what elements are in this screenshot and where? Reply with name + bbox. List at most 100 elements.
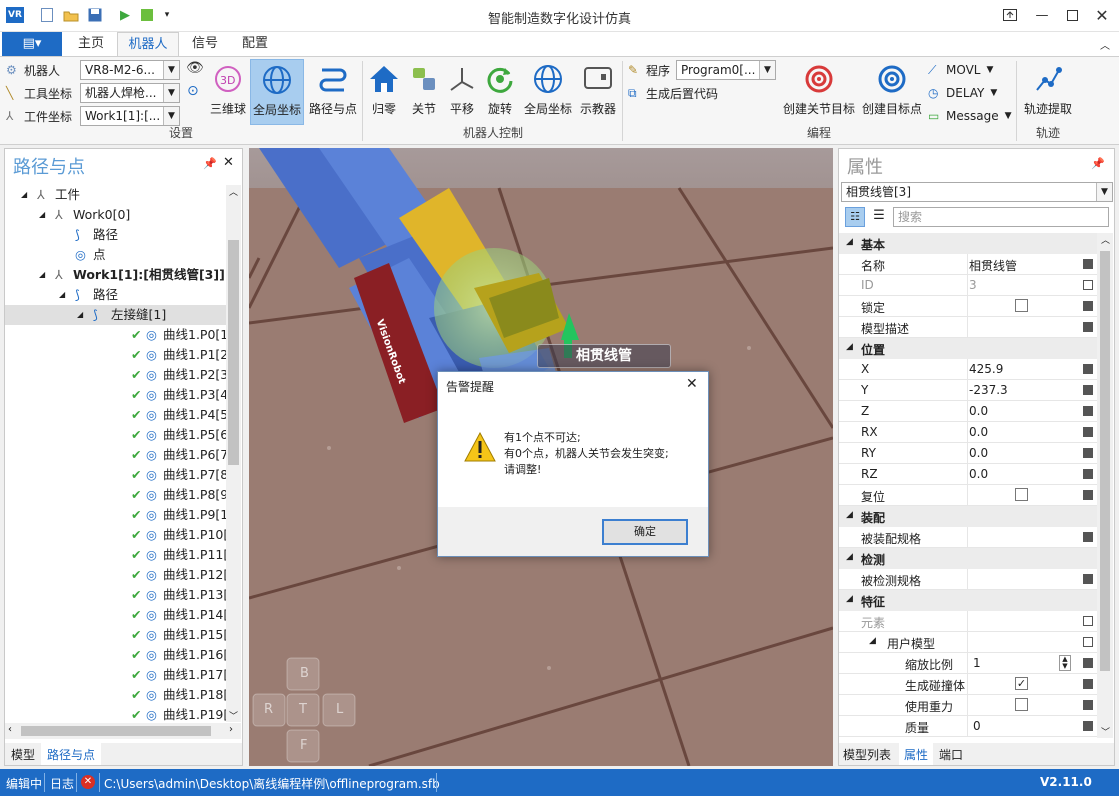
tab-path-points[interactable]: 路径与点 [41,743,102,765]
prop-description[interactable]: 模型描述 [839,317,1097,338]
movl-button[interactable]: ⟋ MOVL ▼ [928,60,993,80]
category-detection[interactable]: ◢ 检测 [839,548,1097,569]
prop-scrollbar[interactable]: ︿ ﹀ [1097,233,1113,738]
tree-node[interactable]: ✔ ◎ 曲线1.P5[6] [5,425,226,445]
collapse-ribbon-icon[interactable]: ︿ [1100,37,1110,52]
tab-robot[interactable]: 机器人 [117,32,179,56]
restore-ribbon-icon[interactable] [994,0,1026,30]
close-icon[interactable]: ✕ [223,155,234,170]
file-menu-tab[interactable]: ▤▾ [2,32,62,56]
prop-user-model[interactable]: ◢ 用户模型 [839,632,1097,653]
trajectory-extract-button[interactable]: 轨迹提取 [1020,59,1076,125]
tab-properties[interactable]: 属性 [899,743,934,765]
expand-icon[interactable]: ◢ [39,205,45,225]
tree-node[interactable]: ✔ ◎ 曲线1.P15[1 [5,625,226,645]
close-button[interactable]: ✕ [1086,0,1118,30]
tab-home[interactable]: 主页 [70,32,112,56]
gen-code-button[interactable]: ⧉ 生成后置代码 [628,83,718,103]
minimize-button[interactable]: — [1026,0,1058,30]
tree-node[interactable]: ◢ ⟆ 左接缝[1] [5,305,226,325]
ok-button[interactable]: 确定 [602,519,688,545]
prop-detection-spec[interactable]: 被检测规格 [839,569,1097,590]
tree-node[interactable]: ◎ 点 [5,245,226,265]
tree-node[interactable]: ✔ ◎ 曲线1.P11[1 [5,545,226,565]
tab-port[interactable]: 端口 [939,746,963,763]
scroll-down-icon[interactable]: ﹀ [1101,725,1110,738]
maximize-button[interactable] [1056,0,1088,30]
tree-node[interactable]: ✔ ◎ 曲线1.P4[5] [5,405,226,425]
message-button[interactable]: ▭ Message ▼ [928,106,1012,126]
tree-node[interactable]: ✔ ◎ 曲线1.P9[10 [5,505,226,525]
reset-checkbox[interactable] [1015,488,1028,501]
tree-node[interactable]: ✔ ◎ 曲线1.P16[1 [5,645,226,665]
rotate-button[interactable]: 旋转 [480,59,520,125]
view-cube-bottom[interactable]: F [300,738,307,753]
object-select[interactable]: 相贯线管[3] ▼ [841,182,1113,202]
tab-config[interactable]: 配置 [234,32,276,56]
tree-node[interactable]: ✔ ◎ 曲线1.P3[4] [5,385,226,405]
scroll-right-icon[interactable]: › [229,724,233,735]
category-feature[interactable]: ◢ 特征 [839,590,1097,611]
h-scroll-thumb[interactable] [21,726,211,736]
tree-node[interactable]: ✔ ◎ 曲线1.P6[7] [5,445,226,465]
prop-rz[interactable]: RZ 0.0 [839,464,1097,485]
tab-model-list[interactable]: 模型列表 [843,746,891,763]
expand-icon[interactable]: ◢ [21,185,27,205]
error-icon[interactable]: ✕ [81,775,95,789]
global-coord-button[interactable]: 全局坐标 [250,59,304,125]
tree-node[interactable]: ✔ ◎ 曲线1.P17[1 [5,665,226,685]
dialog-close-icon[interactable]: ✕ [686,376,698,392]
tree-node[interactable]: ⟆ 路径 [5,225,226,245]
translate-button[interactable]: 平移 [444,59,480,125]
create-target-button[interactable]: 创建目标点 [858,59,926,125]
tree-node[interactable]: ◢ ⟆ 路径 [5,285,226,305]
tree-node[interactable]: ✔ ◎ 曲线1.P0[1] [5,325,226,345]
scroll-thumb[interactable] [228,240,239,465]
prop-collision[interactable]: 生成碰撞体 ✓ [839,674,1097,695]
view-cube-left[interactable]: R [264,702,273,717]
pin-icon[interactable]: 📌 [203,157,217,170]
h-scrollbar[interactable]: ‹ › [5,723,241,739]
search-input[interactable]: 搜索 [893,207,1109,227]
prop-name[interactable]: 名称 相贯线管 [839,254,1097,275]
global-coord-control-button[interactable]: 全局坐标 [520,59,576,125]
tab-signal[interactable]: 信号 [184,32,226,56]
collision-checkbox[interactable]: ✓ [1015,677,1028,690]
prop-assembly-spec[interactable]: 被装配规格 [839,527,1097,548]
prop-rx[interactable]: RX 0.0 [839,422,1097,443]
tool-select[interactable]: 机器人焊枪... ▼ [80,83,180,103]
prop-z[interactable]: Z 0.0 [839,401,1097,422]
tree-node[interactable]: ✔ ◎ 曲线1.P8[9] [5,485,226,505]
scroll-down-icon[interactable]: ﹀ [229,709,238,722]
categorized-icon[interactable]: ☷ [845,207,865,227]
expand-icon[interactable]: ◢ [39,265,45,285]
prop-y[interactable]: Y -237.3 [839,380,1097,401]
tree-node[interactable]: ✔ ◎ 曲线1.P19[2 [5,705,226,722]
log-button[interactable]: 日志 [50,775,74,792]
prop-lock[interactable]: 锁定 [839,296,1097,317]
scroll-up-icon[interactable]: ︿ [1101,233,1110,246]
home-button[interactable]: 归零 [364,59,404,125]
tree-node[interactable]: ◢ ⅄ 工件 [5,185,226,205]
teach-pendant-button[interactable]: 示教器 [576,59,620,125]
prop-x[interactable]: X 425.9 [839,359,1097,380]
tree-node[interactable]: ✔ ◎ 曲线1.P14[1 [5,605,226,625]
tree-node[interactable]: ✔ ◎ 曲线1.P12[1 [5,565,226,585]
tree-node[interactable]: ✔ ◎ 曲线1.P18[1 [5,685,226,705]
delay-button[interactable]: ◷ DELAY ▼ [928,83,997,103]
robot-select[interactable]: VR8-M2-6... ▼ [80,60,180,80]
tree-scrollbar[interactable]: ︿ ﹀ [226,185,241,722]
category-position[interactable]: ◢ 位置 [839,338,1097,359]
tree-node[interactable]: ✔ ◎ 曲线1.P10[1 [5,525,226,545]
tree-node[interactable]: ✔ ◎ 曲线1.P13[1 [5,585,226,605]
alphabetical-icon[interactable]: ☰ [869,207,889,227]
gravity-checkbox[interactable] [1015,698,1028,711]
scroll-left-icon[interactable]: ‹ [8,724,12,735]
path-points-button[interactable]: 路径与点 [306,59,360,125]
create-joint-target-button[interactable]: 创建关节目标 [780,59,858,125]
3d-ball-button[interactable]: 3D 三维球 [206,59,250,125]
tree-node[interactable]: ◢ ⅄ Work0[0] [5,205,226,225]
category-basic[interactable]: ◢ 基本 [839,233,1097,254]
tree-node[interactable]: ◢ ⅄ Work1[1]:[相贯线管[3]] [5,265,226,285]
view-cube-center[interactable]: T [299,702,307,717]
